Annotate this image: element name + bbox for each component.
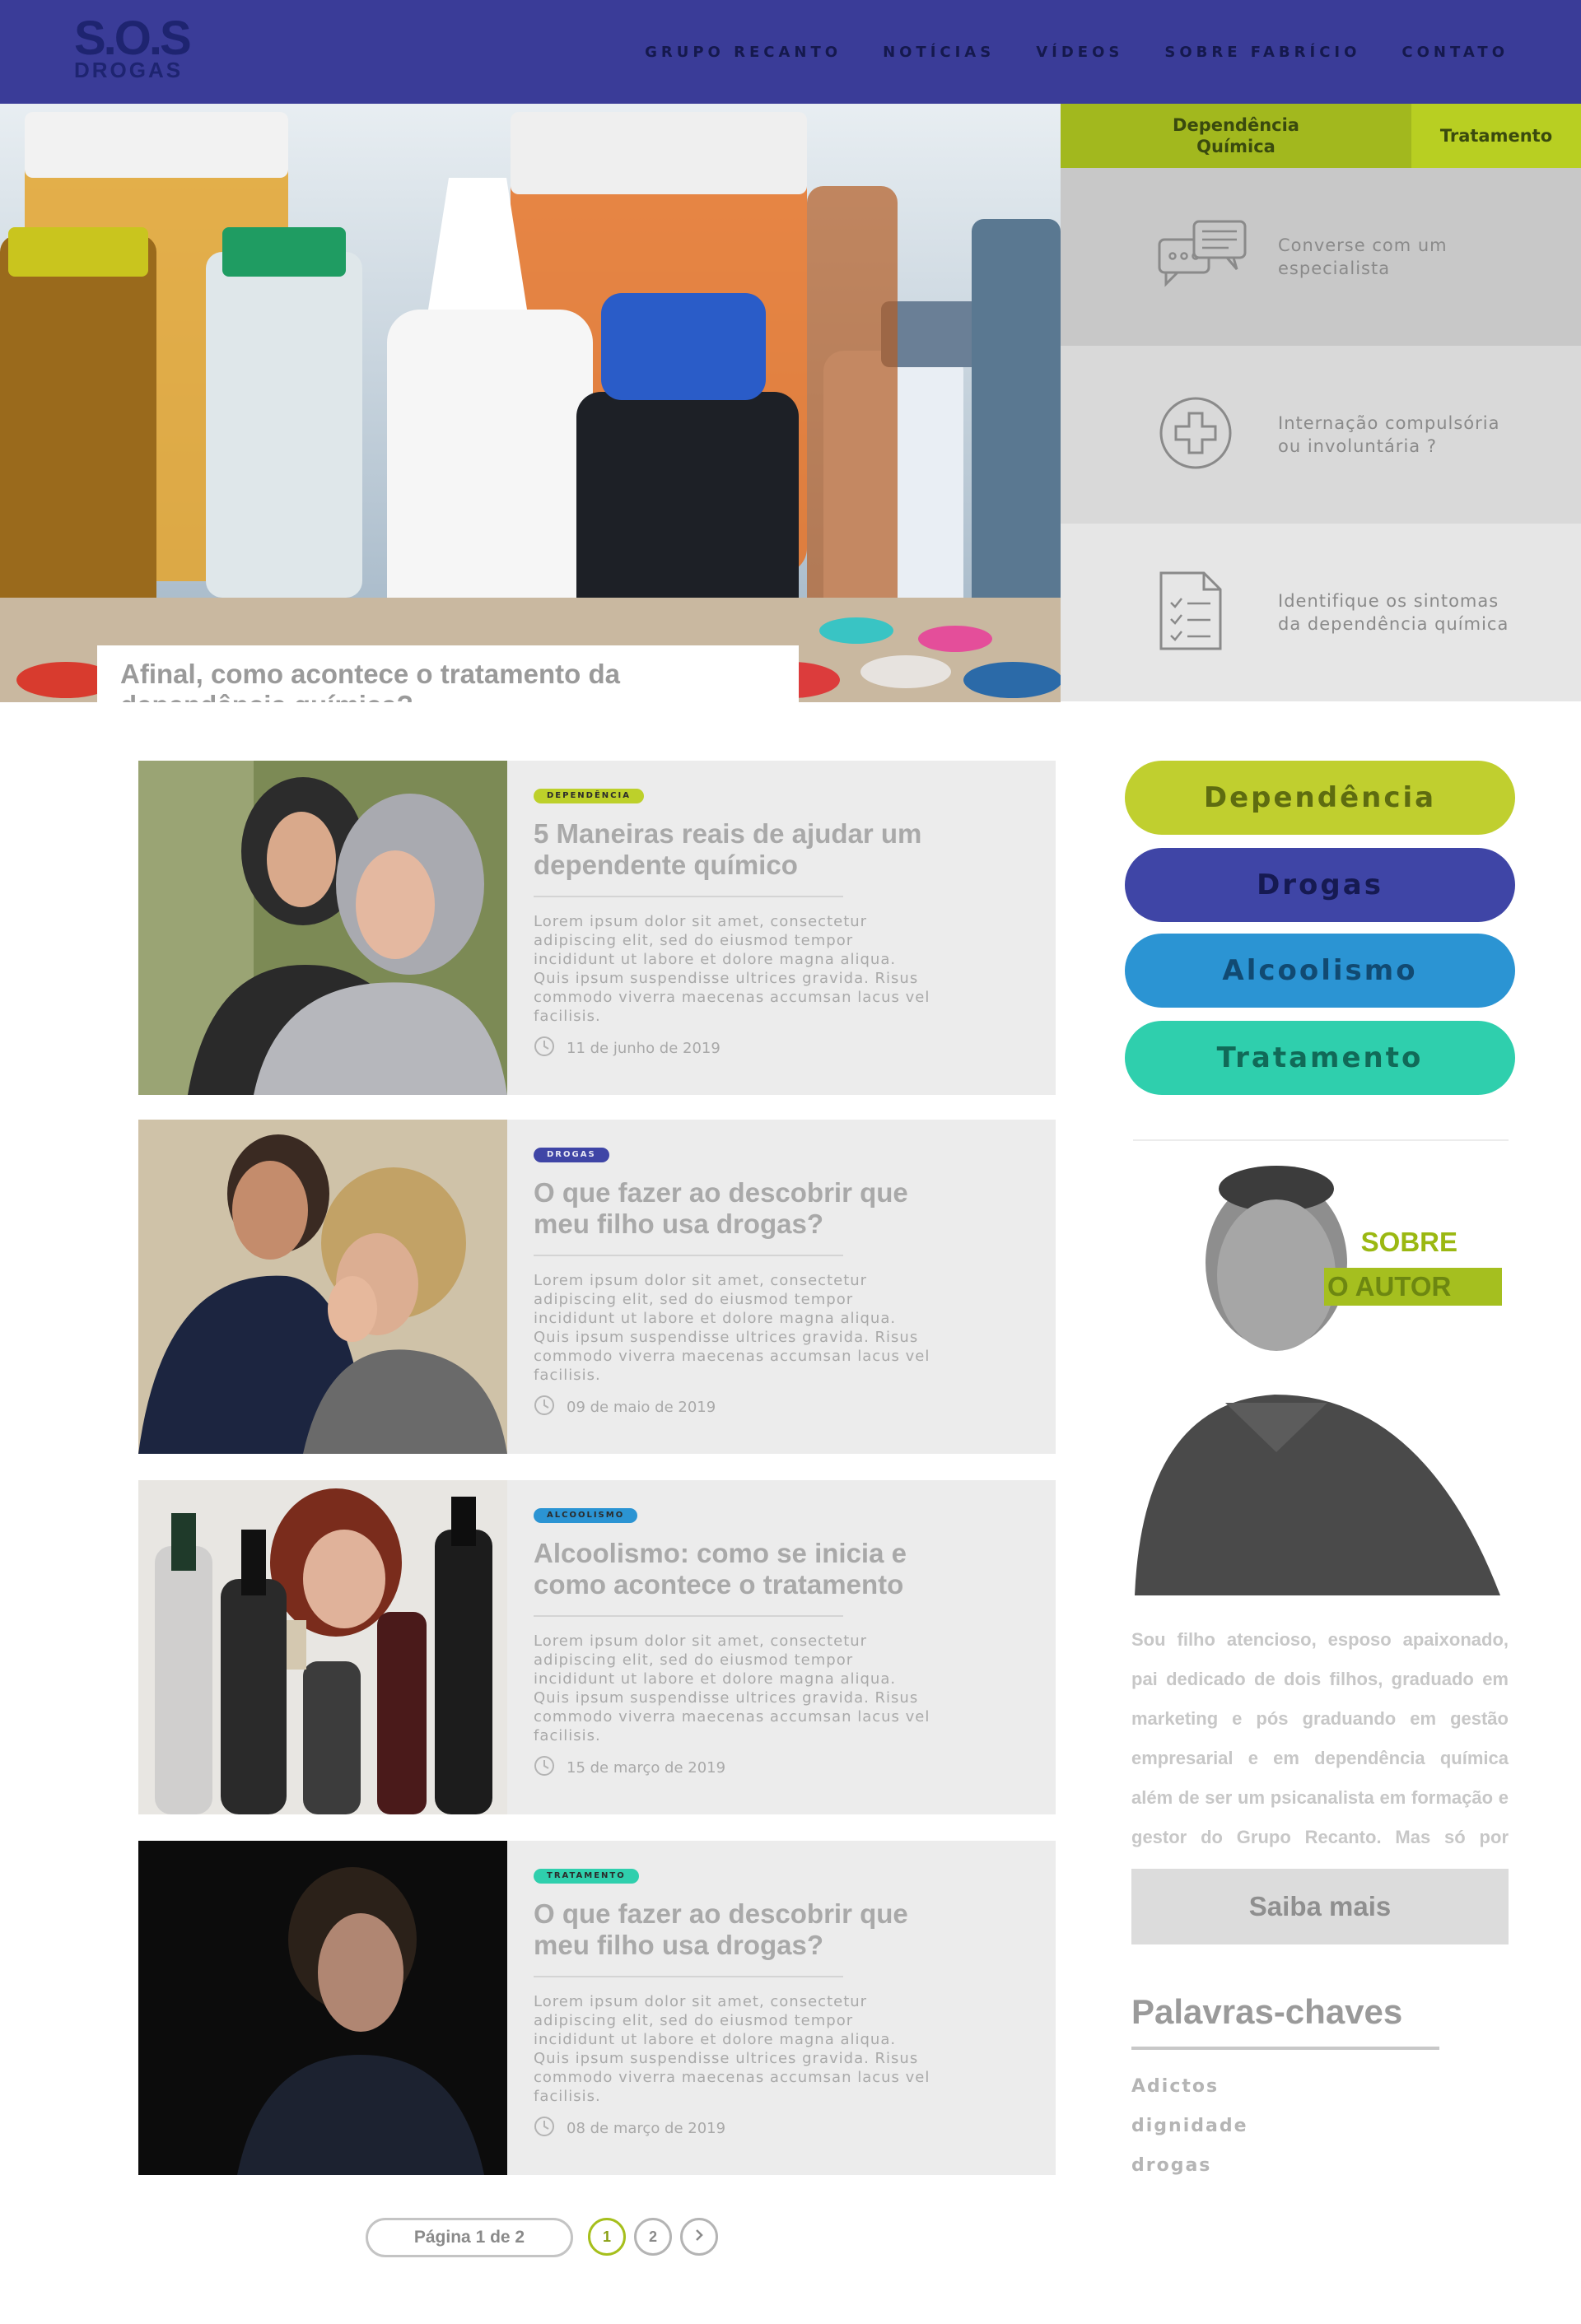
clock-icon xyxy=(534,1395,555,1420)
post-excerpt: Lorem ipsum dolor sit amet, consectetur … xyxy=(534,1272,930,1384)
post-card[interactable]: TRATAMENTO O que fazer ao descobrir que … xyxy=(138,1841,1056,2175)
sidebar-divider xyxy=(1133,1139,1509,1141)
category-badge[interactable]: DROGAS xyxy=(534,1148,609,1162)
chevron-right-icon xyxy=(693,2229,705,2246)
post-date-text: 09 de maio de 2019 xyxy=(567,1399,716,1416)
post-divider xyxy=(534,1976,843,1977)
post-body: ALCOOLISMO Alcoolismo: como se inicia e … xyxy=(534,1480,1036,1814)
logo-top-text: S.O.S xyxy=(74,12,192,65)
category-pill-tratamento[interactable]: Tratamento xyxy=(1125,1021,1515,1095)
logo-bottom-text: DROGAS xyxy=(74,58,184,82)
nav-contato[interactable]: CONTATO xyxy=(1401,44,1509,61)
nav-sobre-fabricio[interactable]: SOBRE FABRÍCIO xyxy=(1164,44,1360,61)
post-image[interactable] xyxy=(138,1841,507,2175)
post-date-text: 15 de março de 2019 xyxy=(567,1759,726,1777)
hero-banner[interactable]: Afinal, como acontece o tratamento da de… xyxy=(0,104,1061,702)
nav-grupo-recanto[interactable]: GRUPO RECANTO xyxy=(645,44,842,61)
hero-caption-text: Afinal, como acontece o tratamento da de… xyxy=(120,659,620,702)
pagination-info: Página 1 de 2 xyxy=(366,2218,573,2257)
site-logo[interactable]: S.O.S DROGAS xyxy=(74,12,192,89)
side-box-internacao-label: Internação compulsória ou involuntária ? xyxy=(1278,413,1500,456)
post-body: DROGAS O que fazer ao descobrir que meu … xyxy=(534,1120,1036,1454)
post-date: 09 de maio de 2019 xyxy=(534,1395,716,1420)
post-divider xyxy=(534,1255,843,1256)
post-excerpt: Lorem ipsum dolor sit amet, consectetur … xyxy=(534,1993,930,2105)
keywords-underline xyxy=(1131,2047,1439,2050)
keyword-link[interactable]: Adictos xyxy=(1131,2076,1219,2097)
side-box-internacao[interactable]: Internação compulsória ou involuntária ? xyxy=(1061,346,1581,524)
nav-noticias[interactable]: NOTÍCIAS xyxy=(883,44,995,61)
about-author-heading: SOBRE O AUTOR xyxy=(1324,1227,1502,1312)
post-image[interactable] xyxy=(138,1480,507,1814)
hero-image xyxy=(0,104,1061,702)
clock-icon xyxy=(534,1036,555,1061)
about-heading-line2: O AUTOR xyxy=(1324,1268,1502,1306)
post-image[interactable] xyxy=(138,1120,507,1454)
nav-videos[interactable]: VÍDEOS xyxy=(1036,44,1123,61)
category-badge[interactable]: TRATAMENTO xyxy=(534,1869,639,1884)
clock-icon xyxy=(534,2116,555,2141)
keyword-link[interactable]: dignidade xyxy=(1131,2116,1248,2136)
post-title[interactable]: O que fazer ao descobrir que meu filho u… xyxy=(534,1177,929,1240)
keyword-link[interactable]: drogas xyxy=(1131,2155,1211,2176)
tab-dependencia-quimica[interactable]: Dependência Química xyxy=(1061,104,1411,168)
next-page-button[interactable] xyxy=(680,2218,718,2256)
hero-side-tabs: Dependência Química Tratamento xyxy=(1061,104,1581,168)
post-body: TRATAMENTO O que fazer ao descobrir que … xyxy=(534,1841,1036,2175)
post-title[interactable]: Alcoolismo: como se inicia e como aconte… xyxy=(534,1538,929,1600)
page-button-2[interactable]: 2 xyxy=(634,2218,672,2256)
post-divider xyxy=(534,1615,843,1617)
post-date: 15 de março de 2019 xyxy=(534,1755,725,1781)
site-header: S.O.S DROGAS GRUPO RECANTO NOTÍCIAS VÍDE… xyxy=(0,0,1581,104)
side-box-sintomas[interactable]: Identifique os sintomas da dependência q… xyxy=(1061,524,1581,701)
category-pill-alcoolismo[interactable]: Alcoolismo xyxy=(1125,934,1515,1008)
post-date: 08 de março de 2019 xyxy=(534,2116,725,2141)
about-heading-line1: SOBRE xyxy=(1360,1227,1457,1257)
post-card[interactable]: ALCOOLISMO Alcoolismo: como se inicia e … xyxy=(138,1480,1056,1814)
medical-cross-icon xyxy=(1158,395,1234,474)
side-box-especialista[interactable]: Converse com um especialista xyxy=(1061,168,1581,346)
post-date-text: 08 de março de 2019 xyxy=(567,2120,726,2137)
tab-tratamento[interactable]: Tratamento xyxy=(1411,104,1581,168)
category-badge[interactable]: ALCOOLISMO xyxy=(534,1508,638,1523)
post-card[interactable]: DEPENDÊNCIA 5 Maneiras reais de ajudar u… xyxy=(138,761,1056,1095)
post-image[interactable] xyxy=(138,761,507,1095)
page-button-1[interactable]: 1 xyxy=(588,2218,626,2256)
category-pill-dependencia[interactable]: Dependência xyxy=(1125,761,1515,835)
side-box-especialista-label: Converse com um especialista xyxy=(1278,235,1448,278)
category-badge[interactable]: DEPENDÊNCIA xyxy=(534,789,644,803)
main-nav: GRUPO RECANTO NOTÍCIAS VÍDEOS SOBRE FABR… xyxy=(604,0,1509,104)
post-excerpt: Lorem ipsum dolor sit amet, consectetur … xyxy=(534,913,930,1025)
author-photo xyxy=(1126,1156,1505,1595)
side-box-sintomas-label: Identifique os sintomas da dependência q… xyxy=(1278,591,1509,634)
keywords-title: Palavras-chaves xyxy=(1131,1992,1403,2031)
post-divider xyxy=(534,896,843,897)
saiba-mais-button[interactable]: Saiba mais xyxy=(1131,1869,1509,1944)
post-body: DEPENDÊNCIA 5 Maneiras reais de ajudar u… xyxy=(534,761,1036,1095)
clock-icon xyxy=(534,1755,555,1781)
author-bio: Sou filho atencioso, esposo apaixonado, … xyxy=(1131,1629,1509,1887)
post-date-text: 11 de junho de 2019 xyxy=(567,1040,721,1057)
category-pill-drogas[interactable]: Drogas xyxy=(1125,848,1515,922)
checklist-icon xyxy=(1158,570,1224,655)
post-excerpt: Lorem ipsum dolor sit amet, consectetur … xyxy=(534,1632,930,1744)
chat-bubbles-icon xyxy=(1158,218,1248,296)
post-title[interactable]: 5 Maneiras reais de ajudar um dependente… xyxy=(534,818,929,881)
post-title[interactable]: O que fazer ao descobrir que meu filho u… xyxy=(534,1898,929,1961)
post-date: 11 de junho de 2019 xyxy=(534,1036,721,1061)
post-card[interactable]: DROGAS O que fazer ao descobrir que meu … xyxy=(138,1120,1056,1454)
hero-caption[interactable]: Afinal, como acontece o tratamento da de… xyxy=(97,645,799,702)
